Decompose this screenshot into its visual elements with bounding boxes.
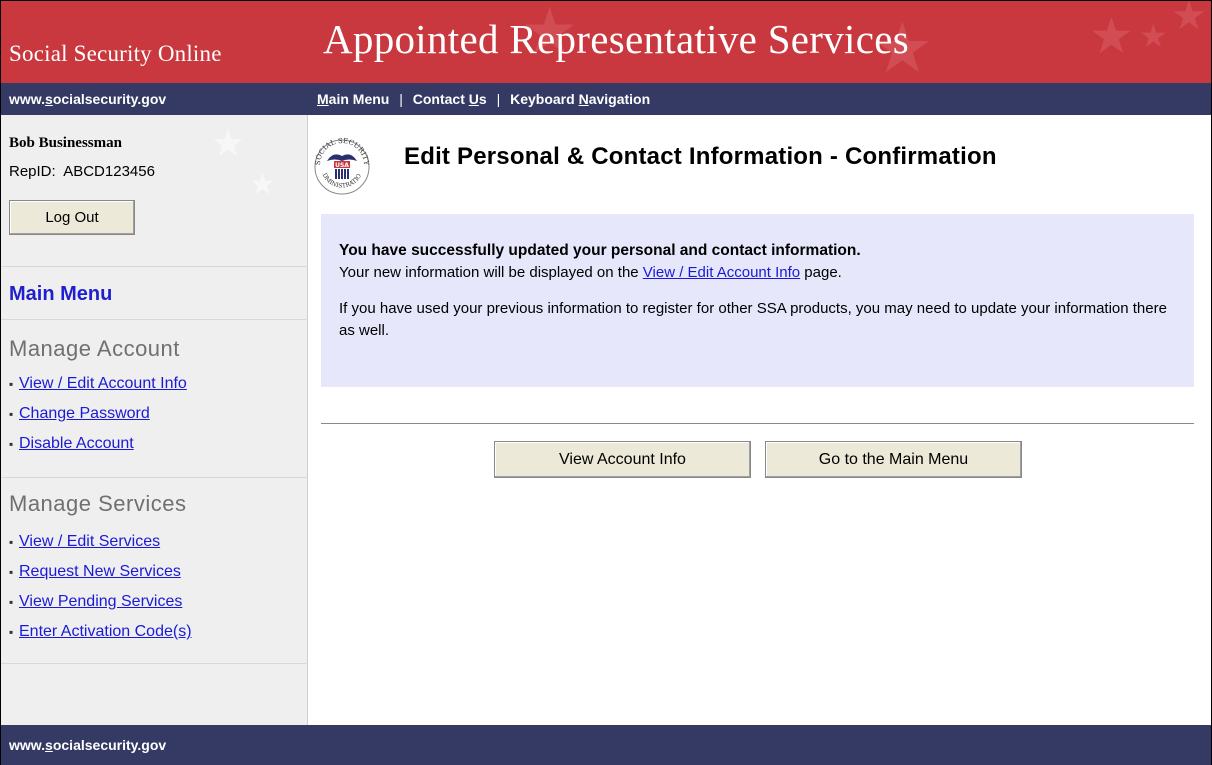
nav-keyboard-navigation-link[interactable]: Keyboard Navigation <box>510 91 650 107</box>
list-item: ▪ View Pending Services <box>9 591 192 621</box>
list-item: ▪ View / Edit Account Info <box>9 373 187 403</box>
domain-text: ocialsecurity.gov <box>52 737 167 753</box>
nav-link-text: M <box>317 91 329 107</box>
manage-services-list: ▪ View / Edit Services ▪ Request New Servi… <box>9 531 192 651</box>
confirmation-text: Your new information will be displayed o… <box>339 264 643 281</box>
page-title: Edit Personal & Contact Information - Co… <box>404 143 997 170</box>
ssa-seal-icon: SOCIAL SECURITY ADMINISTRATION USA <box>313 125 370 195</box>
confirmation-detail: Your new information will be displayed o… <box>339 262 1176 284</box>
sidebar-divider <box>1 266 308 267</box>
manage-services-heading: Manage Services <box>9 491 187 516</box>
content-divider <box>321 423 1194 424</box>
domain-text: s <box>45 737 53 753</box>
nav-link-text: Contact <box>412 91 469 107</box>
view-edit-services-link[interactable]: View / Edit Services <box>19 533 160 550</box>
footer: www.socialsecurity.gov <box>1 725 1211 765</box>
bullet-icon: ▪ <box>9 377 14 391</box>
bullet-icon: ▪ <box>9 437 14 451</box>
sidebar-star-icon: ★ <box>249 167 276 202</box>
top-nav: www.socialsecurity.gov Main Menu | Conta… <box>1 83 1211 115</box>
seal-usa-text: USA <box>335 162 349 169</box>
confirmation-headline: You have successfully updated your perso… <box>339 242 861 259</box>
footer-domain-link[interactable]: www.socialsecurity.gov <box>9 737 166 753</box>
sidebar-main-menu-link[interactable]: Main Menu <box>9 283 112 306</box>
banner-star-icon: ★ <box>1171 1 1207 39</box>
view-account-info-button[interactable]: View Account Info <box>494 441 751 478</box>
sidebar-divider <box>1 663 308 664</box>
bullet-icon: ▪ <box>9 565 14 579</box>
nav-link-text: U <box>468 91 479 107</box>
list-item: ▪ Change Password <box>9 403 187 433</box>
banner-star-icon: ★ <box>1089 7 1134 65</box>
nav-link-text: avigation <box>588 91 651 107</box>
rep-id-label: RepID: <box>9 163 56 180</box>
rep-id-value: ABCD123456 <box>63 163 155 180</box>
nav-contact-us-link[interactable]: Contact Us <box>413 91 487 107</box>
domain-text: www. <box>9 91 46 107</box>
domain-text: www. <box>9 737 46 753</box>
site-domain-link[interactable]: www.socialsecurity.gov <box>9 91 166 107</box>
user-name: Bob Businessman <box>9 135 122 151</box>
bullet-icon: ▪ <box>9 595 14 609</box>
enter-activation-codes-link[interactable]: Enter Activation Code(s) <box>19 623 192 640</box>
nav-link-text: s <box>478 91 487 107</box>
confirmation-text: page. <box>800 264 842 281</box>
sidebar-star-icon: ★ <box>211 121 246 165</box>
disable-account-link[interactable]: Disable Account <box>19 435 134 452</box>
logout-button[interactable]: Log Out <box>9 200 135 235</box>
confirmation-note: If you have used your previous informati… <box>339 300 1167 339</box>
go-to-main-menu-button[interactable]: Go to the Main Menu <box>765 441 1022 478</box>
confirmation-message-box: You have successfully updated your perso… <box>321 214 1194 387</box>
rep-id: RepID: ABCD123456 <box>9 163 155 180</box>
view-edit-account-info-link[interactable]: View / Edit Account Info <box>19 375 187 392</box>
banner-star-icon: ★ <box>1139 17 1168 55</box>
list-item: ▪ Enter Activation Code(s) <box>9 621 192 651</box>
nav-separator: | <box>399 91 403 107</box>
domain-text: s <box>45 91 53 107</box>
nav-link-text: Keyboard <box>510 91 579 107</box>
header-banner: ★ ★ ★ ★ ★ Social Security Online Appoint… <box>1 1 1211 83</box>
nav-main-menu-link[interactable]: Main Menu <box>317 91 389 107</box>
bullet-icon: ▪ <box>9 535 14 549</box>
change-password-link[interactable]: Change Password <box>19 405 150 422</box>
bullet-icon: ▪ <box>9 407 14 421</box>
manage-account-list: ▪ View / Edit Account Info ▪ Change Passwo… <box>9 373 187 463</box>
sidebar-divider <box>1 477 308 478</box>
view-pending-services-link[interactable]: View Pending Services <box>19 593 182 610</box>
list-item: ▪ Disable Account <box>9 433 187 463</box>
nav-link-text: N <box>578 91 589 107</box>
page-frame: ★ ★ ★ ★ ★ Social Security Online Appoint… <box>0 0 1212 765</box>
nav-link-text: ain Menu <box>328 91 390 107</box>
site-name[interactable]: Social Security Online <box>9 41 222 67</box>
bullet-icon: ▪ <box>9 625 14 639</box>
list-item: ▪ View / Edit Services <box>9 531 192 561</box>
list-item: ▪ Request New Services <box>9 561 192 591</box>
request-new-services-link[interactable]: Request New Services <box>19 563 181 580</box>
domain-text: ocialsecurity.gov <box>52 91 167 107</box>
nav-separator: | <box>496 91 501 107</box>
view-edit-account-info-inline-link[interactable]: View / Edit Account Info <box>643 264 800 281</box>
top-nav-links: Main Menu | Contact Us | Keyboard Naviga… <box>317 91 650 107</box>
manage-account-heading: Manage Account <box>9 336 180 361</box>
sidebar-divider <box>1 319 308 320</box>
app-title: Appointed Representative Services <box>323 16 910 62</box>
